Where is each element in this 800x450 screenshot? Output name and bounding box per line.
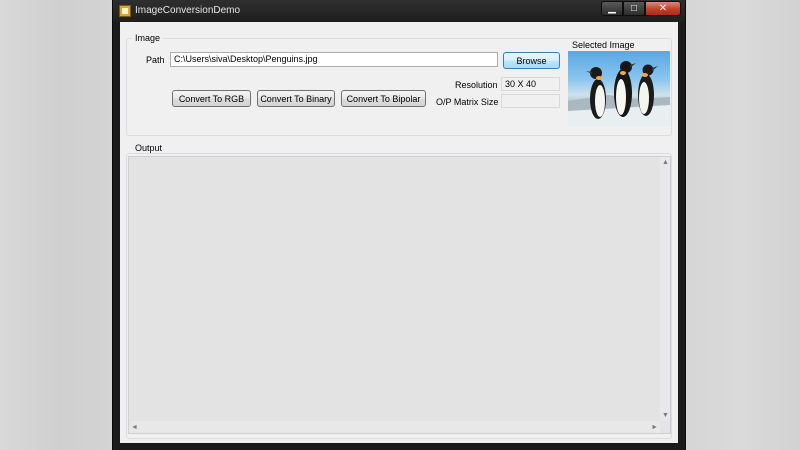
maximize-button[interactable]: □ [623,1,645,16]
horizontal-scrollbar[interactable]: ◄ ► [129,421,660,433]
scroll-down-icon[interactable]: ▼ [662,412,669,419]
path-input[interactable]: C:\Users\siva\Desktop\Penguins.jpg [170,52,498,67]
selected-image-label: Selected Image [572,40,635,50]
convert-rgb-button[interactable]: Convert To RGB [172,90,251,107]
scroll-up-icon[interactable]: ▲ [662,159,669,166]
app-window: ImageConversionDemo ▁ □ ✕ Image Path C:\… [112,0,686,450]
selected-image-preview [568,51,670,127]
close-button[interactable]: ✕ [645,1,681,16]
convert-bipolar-button[interactable]: Convert To Bipolar [341,90,426,107]
matrix-size-label: O/P Matrix Size [436,97,499,107]
convert-binary-button[interactable]: Convert To Binary [257,90,335,107]
resolution-field[interactable]: 30 X 40 [501,77,560,91]
vertical-scrollbar[interactable]: ▲ ▼ [660,157,670,421]
close-icon: ✕ [658,2,668,14]
matrix-size-field[interactable] [501,94,560,108]
scroll-left-icon[interactable]: ◄ [131,424,138,431]
minimize-icon: ▁ [608,2,616,14]
image-group-legend: Image [132,33,164,43]
output-textarea[interactable]: ▲ ▼ ◄ ► [128,156,671,434]
maximize-icon: □ [630,2,638,14]
app-icon[interactable] [119,5,131,17]
penguins-image [568,61,670,127]
window-title: ImageConversionDemo [135,5,241,16]
browse-button[interactable]: Browse [503,52,560,69]
form-client-area: Image Path C:\Users\siva\Desktop\Penguin… [120,22,678,443]
path-label: Path [146,55,165,65]
title-bar[interactable]: ImageConversionDemo ▁ □ ✕ [113,0,685,22]
scroll-right-icon[interactable]: ► [651,424,658,431]
resolution-label: Resolution [455,80,498,90]
minimize-button[interactable]: ▁ [601,1,623,16]
output-group-legend: Output [132,143,166,153]
